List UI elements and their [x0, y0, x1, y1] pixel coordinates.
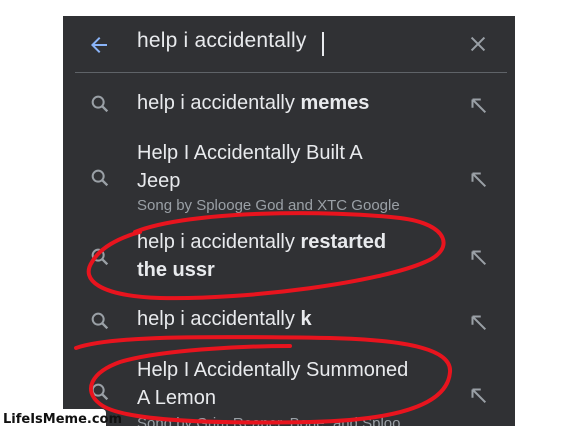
arrow-up-left-icon[interactable] [467, 246, 489, 268]
suggestion-subtitle: Song by Splooge God and XTC Google [137, 197, 400, 214]
search-icon [91, 95, 109, 113]
search-icon [91, 312, 109, 330]
suggestion-title-line1: help i accidentally restarted [137, 231, 387, 253]
suggestion-subtitle: Song by Grim Reaper, Bone, and Sploo [137, 415, 401, 426]
suggestion-title-line2: the ussr [137, 259, 215, 281]
watermark-logo: LifeIsMeme.com [0, 409, 122, 431]
suggestion-title-line1: Help I Accidentally Summoned [137, 359, 409, 381]
arrow-up-left-icon[interactable] [467, 94, 489, 116]
suggestion-item[interactable]: help i accidentally memes [63, 78, 515, 130]
suggestion-text: help i accidentally memes [137, 92, 370, 114]
suggestion-title-line2: A Lemon [137, 387, 216, 409]
suggestion-item[interactable]: Help I Accidentally Built A Jeep Song by… [63, 132, 515, 216]
suggestion-text: help i accidentally k [137, 308, 312, 330]
suggestion-title-line1: Help I Accidentally Built A [137, 142, 363, 164]
arrow-up-left-icon[interactable] [467, 311, 489, 333]
search-icon [91, 383, 109, 401]
suggestion-item[interactable]: help i accidentally k [63, 300, 515, 346]
suggestion-item[interactable]: help i accidentally restarted the ussr [63, 226, 515, 292]
search-input[interactable]: help i accidentally [137, 29, 307, 53]
suggestion-title-line2: Jeep [137, 170, 181, 192]
text-caret [322, 32, 324, 56]
search-screen: help i accidentally help i accidentally … [63, 16, 515, 426]
suggestion-item[interactable]: Help I Accidentally Summoned A Lemon Son… [63, 352, 515, 426]
arrow-left-icon[interactable] [87, 33, 111, 57]
divider [75, 72, 507, 73]
search-icon [91, 248, 109, 266]
arrow-up-left-icon[interactable] [467, 384, 489, 406]
search-icon [91, 169, 109, 187]
arrow-up-left-icon[interactable] [467, 168, 489, 190]
search-bar: help i accidentally [63, 16, 515, 74]
close-icon[interactable] [467, 33, 489, 55]
